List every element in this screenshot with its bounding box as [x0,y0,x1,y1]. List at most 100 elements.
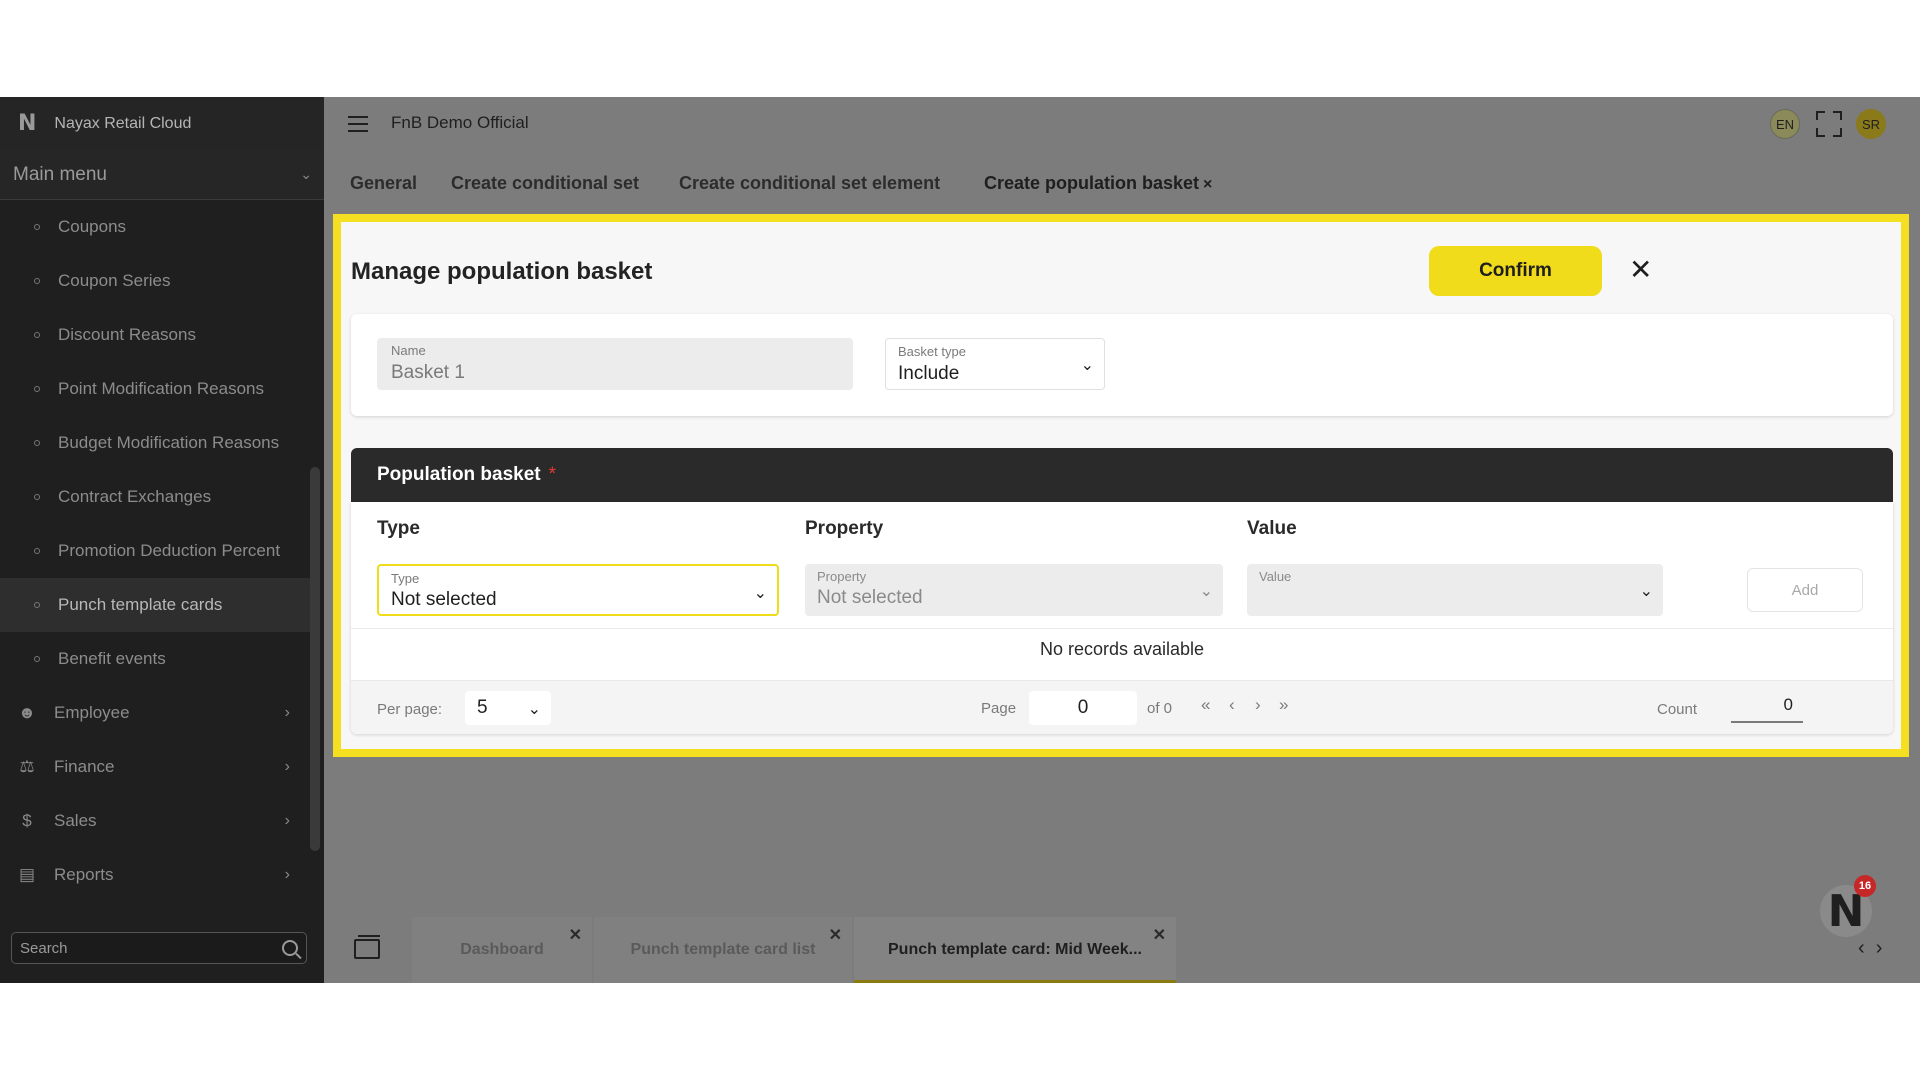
name-field-label: Name [391,343,426,358]
language-selector[interactable]: EN [1770,109,1800,139]
close-icon[interactable]: ✕ [829,925,842,945]
per-page-label: Per page: [377,701,443,718]
type-select-value: Not selected [391,589,497,610]
close-icon[interactable]: × [1203,176,1212,193]
sidebar-group-reports[interactable]: ▤ Reports › [0,848,310,902]
chevron-down-icon: ⌄ [527,701,541,718]
tab-general[interactable]: General [350,173,417,194]
name-field[interactable]: Name Basket 1 [377,338,853,390]
hamburger-menu-icon[interactable] [348,116,368,132]
sidebar-item-coupon-series[interactable]: Coupon Series [0,254,310,308]
main-menu-label: Main menu [13,163,107,185]
sidebar-group-label: Sales [54,811,97,830]
column-header-value: Value [1247,518,1297,539]
per-page-select[interactable]: 5 ⌄ [465,691,551,725]
avatar[interactable]: SR [1856,109,1886,139]
sidebar-scrollbar[interactable] [310,467,320,851]
tab-scroll-arrows[interactable]: ‹ › [1858,937,1882,960]
property-select-value: Not selected [817,587,923,608]
main-menu-toggle[interactable]: Main menu ⌄ [0,150,324,200]
tab-create-conditional-set[interactable]: Create conditional set [451,173,639,194]
basket-details-card: Name Basket 1 Basket type Include ⌄ [351,314,1893,416]
sidebar-group-label: Employee [54,703,130,722]
page-number-input[interactable] [1029,691,1137,725]
bullet-icon [34,602,40,608]
sidebar-item-label: Discount Reasons [58,325,196,344]
close-icon[interactable]: ✕ [569,925,582,945]
chevron-down-icon: ⌄ [1639,583,1653,600]
first-page-icon[interactable]: « [1201,695,1210,715]
sidebar-group-label: Reports [54,865,114,884]
type-select[interactable]: Type Not selected ⌄ [377,564,779,616]
next-page-icon[interactable]: › [1255,695,1261,715]
chevron-down-icon: ⌄ [300,166,312,182]
sidebar-item-promotion-deduction-percent[interactable]: Promotion Deduction Percent [0,524,310,578]
bullet-icon [34,386,40,392]
sales-icon: $ [22,811,32,830]
bottom-tab-punch-template-card[interactable]: Punch template card: Mid Week... ✕ [854,917,1176,983]
sidebar-item-contract-exchanges[interactable]: Contract Exchanges [0,470,310,524]
basket-type-label: Basket type [898,344,966,359]
sidebar-group-sales[interactable]: $ Sales › [0,794,310,848]
bottom-tab-punch-template-card-list[interactable]: Punch template card list ✕ [594,917,852,983]
bottom-tab-bar: Dashboard ✕ Punch template card list ✕ P… [324,875,1920,983]
chevron-right-icon: › [284,812,290,829]
chevron-right-icon: › [284,704,290,721]
sidebar-item-discount-reasons[interactable]: Discount Reasons [0,308,310,362]
search-icon[interactable] [282,940,298,956]
type-select-label: Type [391,571,420,586]
menu-list: Coupons Coupon Series Discount Reasons P… [0,200,310,902]
basket-type-select[interactable]: Basket type Include ⌄ [885,338,1105,390]
tab-create-conditional-set-element[interactable]: Create conditional set element [679,173,940,194]
last-page-icon[interactable]: » [1279,695,1288,715]
person-icon: ☻ [18,703,36,722]
reports-icon: ▤ [18,865,36,884]
property-select[interactable]: Property Not selected ⌄ [805,564,1223,616]
bullet-icon [34,494,40,500]
name-field-value: Basket 1 [391,362,465,383]
sidebar-item-label: Benefit events [58,649,166,668]
sidebar-item-label: Contract Exchanges [58,487,212,506]
tab-label: Create population basket [984,173,1200,193]
sidebar-item-coupons[interactable]: Coupons [0,200,310,254]
column-header-property: Property [805,518,884,539]
chevron-right-icon[interactable]: › [1876,937,1883,959]
sidebar-item-point-modification-reasons[interactable]: Point Modification Reasons [0,362,310,416]
property-select-label: Property [817,569,867,584]
empty-state-text: No records available [1039,639,1205,659]
sidebar-group-finance[interactable]: ⚖ Finance › [0,740,310,794]
population-basket-body: Type Property Value Type Not selected ⌄ … [351,502,1893,734]
close-icon[interactable]: ✕ [1629,255,1652,285]
chevron-right-icon: › [284,758,290,775]
sidebar-search-input[interactable] [20,939,282,957]
pagination-footer: Per page: 5 ⌄ Page of 0 « ‹ › » Count 0 [351,680,1893,734]
brand-name: Nayax Retail Cloud [54,114,192,132]
chevron-left-icon[interactable]: ‹ [1858,937,1865,959]
app-window: N Nayax Retail Cloud Main menu ⌄ Coupons… [0,97,1920,983]
page-label: Page [981,700,1017,717]
bottom-tab-dashboard[interactable]: Dashboard ✕ [412,917,592,983]
count-label: Count [1657,701,1698,718]
tab-bar: General Create conditional set Create co… [324,173,1920,213]
brand-bar: N Nayax Retail Cloud [0,97,324,150]
sidebar-item-label: Coupons [58,217,127,236]
bullet-icon [34,332,40,338]
sidebar-item-label: Punch template cards [58,595,223,614]
sidebar-item-punch-template-cards[interactable]: Punch template cards [0,578,310,632]
sidebar-item-budget-modification-reasons[interactable]: Budget Modification Reasons [0,416,310,470]
bullet-icon [34,548,40,554]
finance-icon: ⚖ [19,757,35,776]
sidebar-group-employee[interactable]: ☻ Employee › [0,686,310,740]
close-icon[interactable]: ✕ [1153,925,1166,945]
windows-icon[interactable] [354,935,380,959]
previous-page-icon[interactable]: ‹ [1229,695,1235,715]
sidebar-item-benefit-events[interactable]: Benefit events [0,632,310,686]
sidebar-group-label: Finance [54,757,115,776]
value-select[interactable]: Value ⌄ [1247,564,1663,616]
row-divider [351,628,1893,629]
add-button[interactable]: Add [1747,568,1863,612]
fullscreen-icon[interactable] [1816,111,1842,137]
chevron-down-icon: ⌄ [753,585,767,602]
confirm-button[interactable]: Confirm [1429,246,1602,296]
tab-create-population-basket[interactable]: Create population basket × [984,173,1212,194]
